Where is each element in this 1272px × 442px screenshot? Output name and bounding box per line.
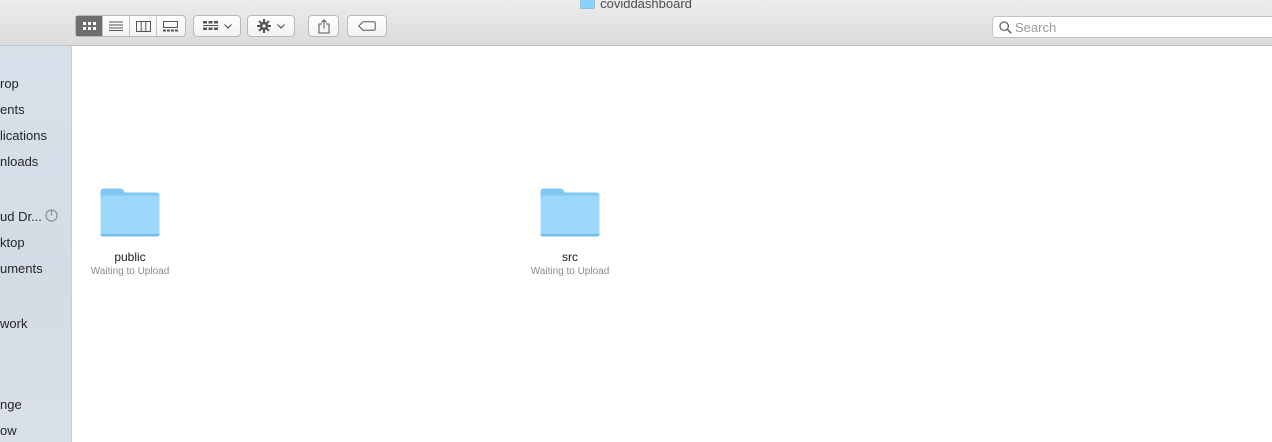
window-title-text: coviddashboard (600, 0, 692, 11)
share-icon (318, 18, 329, 33)
gallery-view-icon (163, 20, 178, 31)
file-browser: public Waiting to Upload src Waiting to … (72, 46, 1272, 442)
action-menu-button[interactable] (247, 15, 295, 37)
search-icon (999, 21, 1012, 34)
sidebar-item-airdrop[interactable]: rop (0, 76, 19, 92)
search-field[interactable] (992, 16, 1272, 38)
sidebar-item-icloud-drive[interactable]: ud Dr... (0, 209, 42, 225)
group-by-icon (202, 21, 218, 30)
sidebar-item-downloads[interactable]: nloads (0, 154, 38, 170)
folder-name: public (114, 250, 146, 264)
icon-view-button[interactable] (76, 16, 103, 36)
tags-button[interactable] (347, 15, 387, 37)
gear-icon (257, 19, 271, 33)
search-input[interactable] (1015, 17, 1265, 37)
upload-status: Waiting to Upload (530, 266, 610, 277)
sidebar-item-tag-yellow[interactable]: ow (0, 423, 17, 439)
sidebar: rop ents lications nloads ud Dr... ktop … (0, 46, 72, 442)
icon-view-icon (82, 21, 96, 30)
tag-icon (358, 21, 376, 31)
folder-item[interactable]: src Waiting to Upload (510, 187, 630, 278)
group-by-button[interactable] (193, 15, 241, 37)
upload-status: Waiting to Upload (90, 266, 170, 277)
sidebar-item-network[interactable]: work (0, 316, 27, 332)
list-view-icon (109, 21, 123, 31)
folder-name: src (562, 250, 578, 264)
sidebar-item-recents[interactable]: ents (0, 102, 25, 118)
sidebar-item-desktop[interactable]: ktop (0, 235, 25, 251)
chevron-down-icon (223, 23, 232, 29)
sidebar-item-tag-orange[interactable]: nge (0, 397, 22, 413)
share-button[interactable] (308, 15, 339, 37)
folder-icon (580, 0, 595, 9)
window-title: coviddashboard (0, 0, 1272, 12)
folder-icon (540, 188, 600, 237)
column-view-button[interactable] (130, 16, 157, 36)
column-view-icon (135, 20, 151, 32)
chevron-down-icon (277, 23, 285, 29)
view-mode-control (75, 15, 186, 37)
folder-item[interactable]: public Waiting to Upload (70, 187, 190, 278)
upload-progress-icon (45, 209, 58, 222)
list-view-button[interactable] (103, 16, 130, 36)
sidebar-item-documents[interactable]: uments (0, 261, 43, 277)
gallery-view-button[interactable] (157, 16, 184, 36)
toolbar: coviddashboard (0, 0, 1272, 46)
sidebar-item-applications[interactable]: lications (0, 128, 47, 144)
folder-icon (100, 188, 160, 237)
